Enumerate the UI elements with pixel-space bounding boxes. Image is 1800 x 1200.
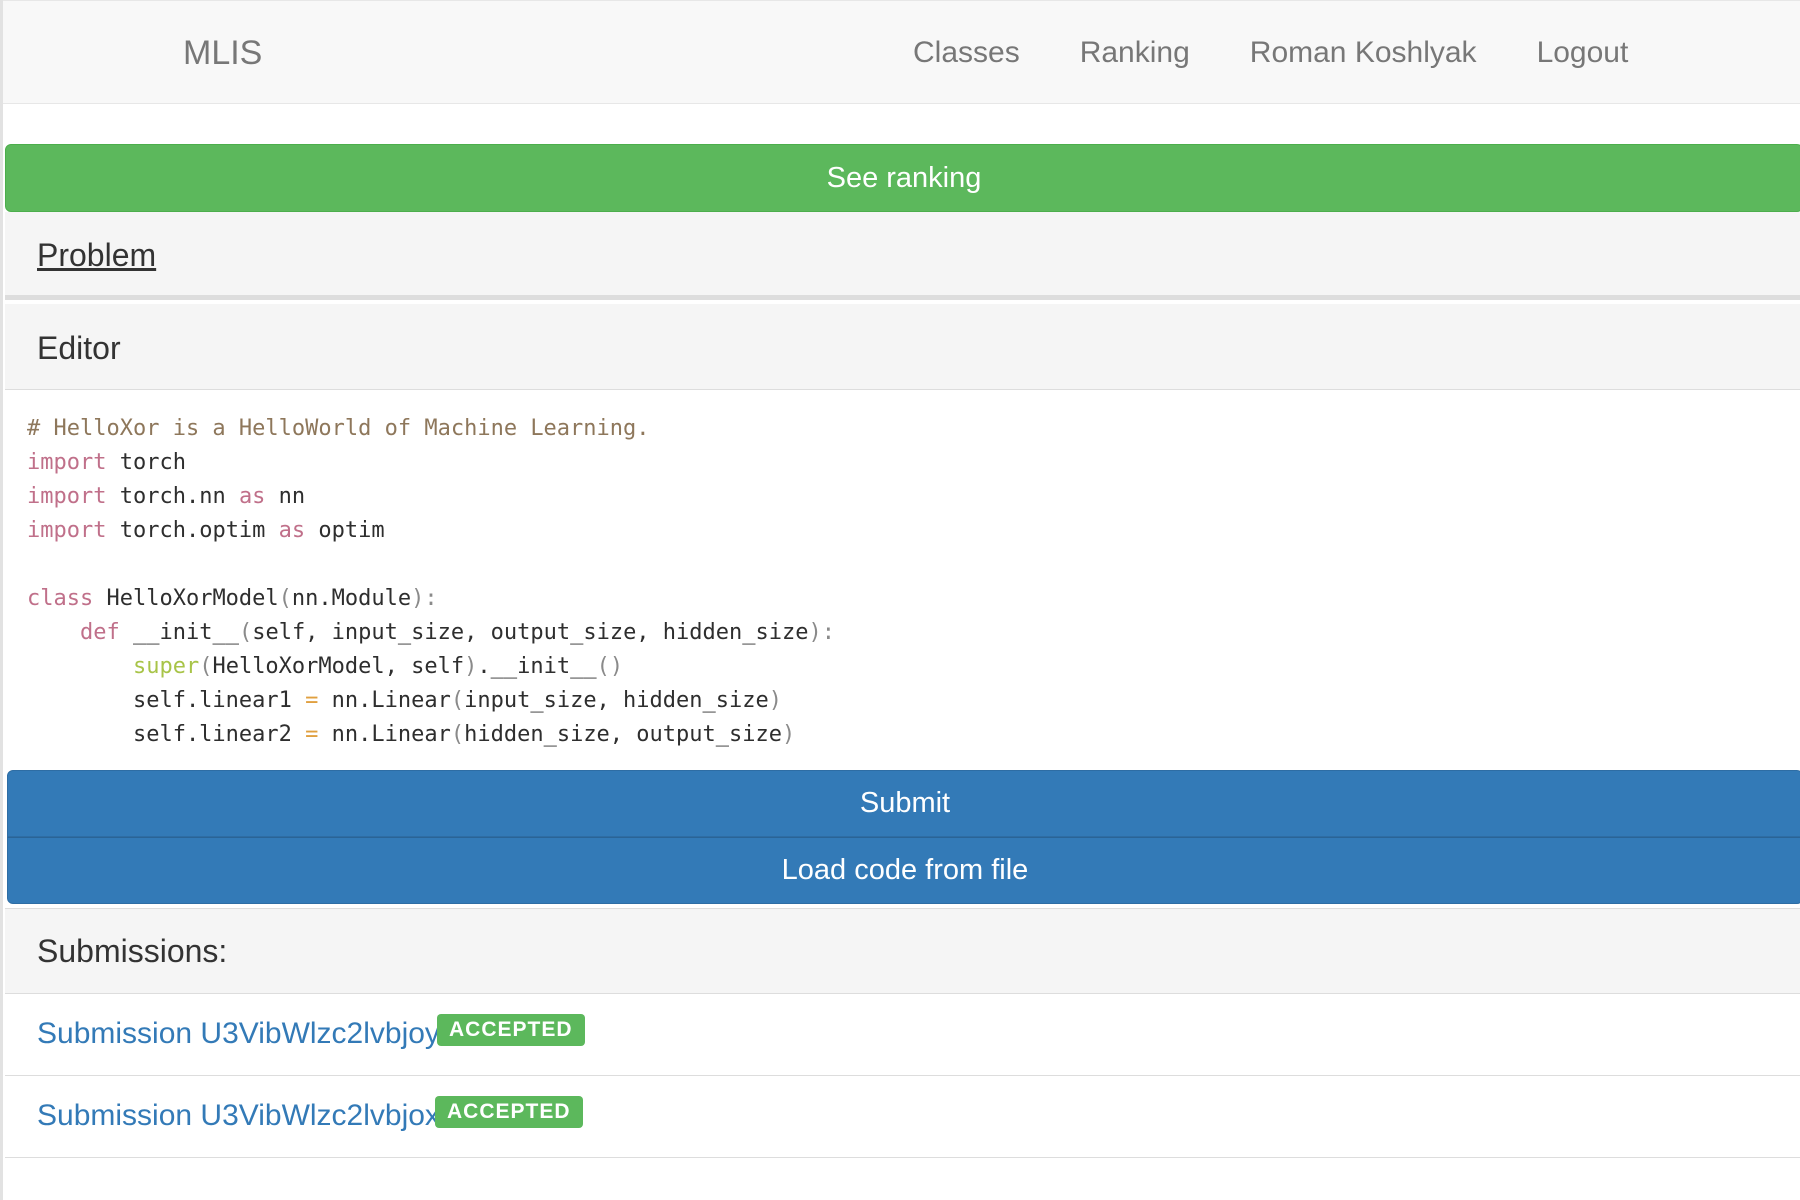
status-badge: ACCEPTED bbox=[435, 1096, 583, 1128]
page-bottom bbox=[5, 1158, 1800, 1200]
code-line-4: import torch.optim as optim bbox=[27, 518, 385, 543]
nav-link-user[interactable]: Roman Koshlyak bbox=[1220, 31, 1507, 75]
submission-link[interactable]: Submission U3VibWlzc2lvbjoy bbox=[37, 1014, 440, 1054]
code-line-8: super(HelloXorModel, self).__init__() bbox=[132, 654, 624, 679]
nav-link-classes[interactable]: Classes bbox=[883, 31, 1050, 75]
nav-link-logout[interactable]: Logout bbox=[1507, 31, 1659, 75]
submissions-panel-heading: Submissions: bbox=[5, 908, 1800, 994]
see-ranking-button[interactable]: See ranking bbox=[5, 144, 1800, 212]
submission-link[interactable]: Submission U3VibWlzc2lvbjox bbox=[37, 1096, 440, 1136]
submissions-title: Submissions: bbox=[37, 933, 228, 969]
status-badge: ACCEPTED bbox=[437, 1014, 585, 1046]
load-code-button[interactable]: Load code from file bbox=[7, 837, 1800, 904]
code-editor[interactable]: # HelloXor is a HelloWorld of Machine Le… bbox=[5, 390, 1800, 770]
code-line-2: import torch bbox=[27, 450, 186, 475]
editor-panel-heading: Editor bbox=[5, 304, 1800, 390]
navbar: MLIS Classes Ranking Roman Koshlyak Logo… bbox=[3, 0, 1800, 104]
submission-item: Submission U3VibWlzc2lvbjox ACCEPTED bbox=[5, 1076, 1800, 1158]
code-comment: # HelloXor is a HelloWorld of Machine Le… bbox=[27, 416, 650, 441]
submission-item: Submission U3VibWlzc2lvbjoy ACCEPTED bbox=[5, 994, 1800, 1076]
brand-logo[interactable]: MLIS bbox=[183, 31, 262, 75]
editor-title: Editor bbox=[37, 330, 121, 366]
submit-button[interactable]: Submit bbox=[7, 770, 1800, 837]
page: MLIS Classes Ranking Roman Koshlyak Logo… bbox=[0, 0, 1800, 1200]
problem-panel-heading: Problem bbox=[5, 212, 1800, 300]
problem-toggle-link[interactable]: Problem bbox=[37, 235, 156, 275]
code-line-6: class HelloXorModel(nn.Module): bbox=[27, 586, 438, 611]
code-line-3: import torch.nn as nn bbox=[27, 484, 306, 509]
code-line-1: # HelloXor is a HelloWorld of Machine Le… bbox=[27, 412, 650, 446]
code-line-7: def __init__(self, input_size, output_si… bbox=[79, 620, 835, 645]
code-line-10: self.linear2 = nn.Linear(hidden_size, ou… bbox=[27, 722, 796, 747]
nav-link-ranking[interactable]: Ranking bbox=[1050, 31, 1220, 75]
code-line-9: self.linear1 = nn.Linear(input_size, hid… bbox=[27, 688, 782, 713]
nav-links: Classes Ranking Roman Koshlyak Logout bbox=[883, 31, 1658, 75]
